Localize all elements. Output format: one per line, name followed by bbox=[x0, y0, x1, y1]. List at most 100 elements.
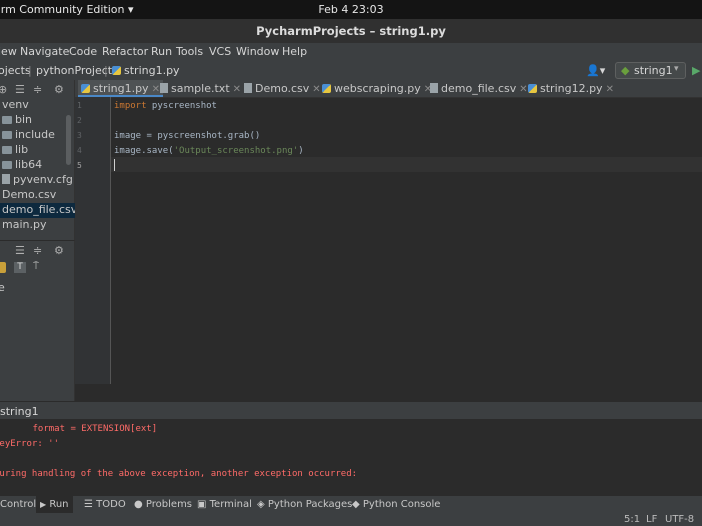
list-icon: ☰ bbox=[84, 499, 93, 510]
close-icon[interactable]: ✕ bbox=[519, 84, 527, 95]
menu-navigate[interactable]: Navigate bbox=[20, 45, 69, 58]
csv-file-icon bbox=[430, 83, 438, 93]
python-file-icon bbox=[81, 84, 90, 93]
code-line: image.save('Output_screenshot.png') bbox=[114, 146, 304, 156]
main-menu-bar: iew Navigate Code Refactor Run Tools VCS… bbox=[0, 43, 702, 61]
tree-item-demo-file-csv[interactable]: demo_file.csv bbox=[0, 203, 77, 218]
line-separator[interactable]: LF bbox=[646, 514, 657, 525]
window-title-bar: PycharmProjects – string1.py bbox=[0, 19, 702, 43]
breadcrumb-separator: | bbox=[104, 64, 108, 77]
file-icon bbox=[2, 174, 10, 184]
tree-item-bin[interactable]: bin bbox=[0, 113, 75, 128]
tool-version-control[interactable]: Control bbox=[0, 499, 36, 510]
run-config-selector[interactable]: ◆ string1 ▾ bbox=[615, 62, 686, 79]
breadcrumb-file[interactable]: string1.py bbox=[112, 64, 180, 77]
console-line: format = EXTENSION[ext] bbox=[0, 424, 158, 434]
close-icon[interactable]: ✕ bbox=[233, 84, 241, 95]
chevron-down-icon: ▾ bbox=[674, 64, 679, 74]
menu-tools[interactable]: Tools bbox=[176, 45, 203, 58]
structure-panel: ☰ ≑ ⚙ T ⍑ e bbox=[0, 240, 75, 401]
tree-item-lib[interactable]: lib bbox=[0, 143, 75, 158]
system-clock[interactable]: Feb 4 23:03 bbox=[0, 3, 702, 16]
tab-demo-file-csv[interactable]: demo_file.csv ✕ bbox=[430, 80, 528, 97]
tab-sample-txt[interactable]: sample.txt ✕ bbox=[160, 80, 241, 97]
tab-demo-csv[interactable]: Demo.csv ✕ bbox=[244, 80, 321, 97]
folder-icon bbox=[2, 146, 12, 154]
project-panel: ⊕ ☰ ≑ ⚙ venv bin include lib lib64 pyven… bbox=[0, 80, 77, 240]
breadcrumb-separator: | bbox=[28, 64, 32, 77]
tool-python-packages[interactable]: ◈ Python Packages bbox=[257, 499, 352, 510]
show-inherited-icon[interactable]: ⍑ bbox=[33, 261, 39, 272]
expand-icon[interactable]: ≑ bbox=[33, 244, 42, 257]
text-file-icon bbox=[160, 83, 168, 93]
tree-item-include[interactable]: include bbox=[0, 128, 75, 143]
system-top-bar: arm Community Edition ▾ Feb 4 23:03 bbox=[0, 0, 702, 19]
menu-vcs[interactable]: VCS bbox=[209, 45, 231, 58]
tool-problems[interactable]: ● Problems bbox=[134, 499, 192, 510]
tab-string12-py[interactable]: string12.py ✕ bbox=[528, 80, 614, 97]
line-number: 3 bbox=[77, 131, 82, 140]
close-icon[interactable]: ✕ bbox=[606, 84, 614, 95]
locate-icon[interactable]: ⊕ bbox=[0, 83, 7, 96]
window-title: PycharmProjects – string1.py bbox=[256, 24, 446, 38]
python-file-icon bbox=[528, 84, 537, 93]
tab-webscraping-py[interactable]: webscraping.py ✕ bbox=[322, 80, 432, 97]
folder-icon bbox=[2, 161, 12, 169]
line-number-gutter: 1 2 3 4 5 bbox=[75, 97, 111, 384]
menu-run[interactable]: Run bbox=[151, 45, 172, 58]
tool-todo[interactable]: ☰ TODO bbox=[84, 499, 126, 510]
menu-help[interactable]: Help bbox=[282, 45, 307, 58]
tree-item-venv[interactable]: venv bbox=[0, 98, 75, 113]
code-editor[interactable]: import pyscreenshot image = pyscreenshot… bbox=[111, 97, 702, 384]
tool-run[interactable]: ▶ Run bbox=[36, 496, 73, 514]
tree-item-lib64[interactable]: lib64 bbox=[0, 158, 75, 173]
close-icon[interactable]: ✕ bbox=[152, 84, 160, 95]
line-number: 4 bbox=[77, 146, 82, 155]
folder-icon bbox=[2, 116, 12, 124]
expand-all-icon[interactable]: ≑ bbox=[33, 83, 42, 96]
tree-item-pyvenv[interactable]: pyvenv.cfg bbox=[0, 173, 75, 188]
navigation-bar: ojects | pythonProject | string1.py 👤▾ ◆… bbox=[0, 61, 702, 81]
collapse-all-icon[interactable]: ☰ bbox=[15, 83, 25, 96]
line-number: 2 bbox=[77, 116, 82, 125]
csv-file-icon bbox=[244, 83, 252, 93]
line-number: 1 bbox=[77, 101, 82, 110]
gear-icon[interactable]: ⚙ bbox=[54, 83, 64, 96]
terminal-icon: ▣ bbox=[197, 499, 207, 510]
file-encoding[interactable]: UTF-8 bbox=[665, 514, 694, 525]
filter-icon[interactable] bbox=[0, 262, 6, 273]
menu-refactor[interactable]: Refactor bbox=[102, 45, 148, 58]
menu-window[interactable]: Window bbox=[236, 45, 279, 58]
info-icon: ● bbox=[134, 499, 143, 510]
sort-icon[interactable]: ☰ bbox=[15, 244, 25, 257]
text-caret bbox=[114, 159, 115, 171]
menu-code[interactable]: Code bbox=[69, 45, 97, 58]
console-line: KeyError: '' bbox=[0, 439, 60, 449]
tool-terminal[interactable]: ▣ Terminal bbox=[197, 499, 252, 510]
tab-string1-py[interactable]: string1.py ✕ bbox=[78, 80, 163, 97]
python-file-icon bbox=[322, 84, 331, 93]
code-line: image = pyscreenshot.grab() bbox=[114, 131, 261, 141]
tree-item-demo-csv[interactable]: Demo.csv bbox=[0, 188, 75, 203]
console-line: During handling of the above exception, … bbox=[0, 469, 358, 479]
gear-icon[interactable]: ⚙ bbox=[54, 244, 64, 257]
code-line: import pyscreenshot bbox=[114, 101, 217, 111]
show-fields-icon[interactable]: T bbox=[14, 262, 26, 273]
breadcrumb-folder[interactable]: pythonProject bbox=[36, 64, 112, 77]
add-user-icon[interactable]: 👤▾ bbox=[586, 64, 605, 77]
close-icon[interactable]: ✕ bbox=[312, 84, 320, 95]
caret-position[interactable]: 5:1 bbox=[624, 514, 640, 525]
tool-python-console[interactable]: ◆ Python Console bbox=[352, 499, 440, 510]
run-play-icon: ▶ bbox=[40, 500, 47, 509]
run-panel-header: string1 bbox=[0, 401, 702, 421]
run-console-output[interactable]: format = EXTENSION[ext] KeyError: '' Dur… bbox=[0, 419, 702, 495]
structure-item[interactable]: e bbox=[0, 281, 5, 294]
line-number: 5 bbox=[77, 161, 82, 170]
run-config-icon: ◆ bbox=[621, 64, 630, 77]
breadcrumb-project[interactable]: ojects bbox=[0, 64, 31, 77]
packages-icon: ◈ bbox=[257, 499, 265, 510]
menu-view[interactable]: iew bbox=[0, 45, 17, 58]
tool-window-bar: Control ▶ Run ☰ TODO ● Problems ▣ Termin… bbox=[0, 495, 702, 514]
tree-item-main-py[interactable]: main.py bbox=[0, 218, 75, 233]
run-play-icon[interactable]: ▶ bbox=[692, 64, 700, 77]
